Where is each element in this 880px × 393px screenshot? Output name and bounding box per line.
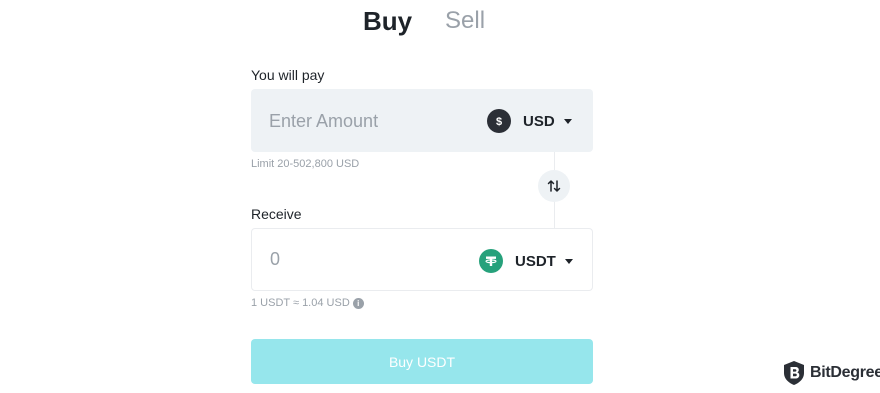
pay-label: You will pay	[251, 67, 325, 83]
receive-currency-label: USDT	[515, 252, 556, 270]
tab-buy[interactable]: Buy	[363, 6, 412, 36]
bitdegree-logo: BitDegree	[783, 360, 880, 386]
pay-currency-select[interactable]: $ USD	[487, 108, 572, 134]
swap-arrows-icon	[547, 180, 561, 192]
chevron-down-icon	[563, 118, 572, 124]
receive-currency-select[interactable]: USDT	[479, 248, 573, 274]
pay-currency-label: USD	[523, 112, 555, 130]
amount-input[interactable]	[269, 107, 469, 135]
receive-amount: 0	[270, 249, 281, 269]
bitdegree-shield-icon	[784, 361, 804, 385]
exchange-rate-text: 1 USDT ≈ 1.04 USD	[251, 297, 350, 309]
chevron-down-icon	[564, 258, 573, 264]
buy-sell-tabs: Buy Sell	[0, 6, 880, 42]
swap-button[interactable]	[538, 170, 570, 202]
tab-sell[interactable]: Sell	[445, 6, 485, 36]
info-icon[interactable]: i	[352, 297, 364, 309]
bitdegree-brand-text: BitDegree	[810, 364, 880, 381]
svg-text:$: $	[496, 116, 502, 128]
receive-label: Receive	[251, 206, 302, 222]
tether-coin-icon	[479, 249, 503, 273]
pay-field: $ USD	[251, 89, 593, 152]
receive-field: 0 USDT	[251, 228, 593, 291]
pay-limit-text: Limit 20-502,800 USD	[251, 158, 360, 170]
buy-usdt-button[interactable]: Buy USDT	[251, 339, 593, 384]
exchange-rate: 1 USDT ≈ 1.04 USD i	[251, 297, 364, 309]
dollar-coin-icon: $	[487, 109, 511, 133]
